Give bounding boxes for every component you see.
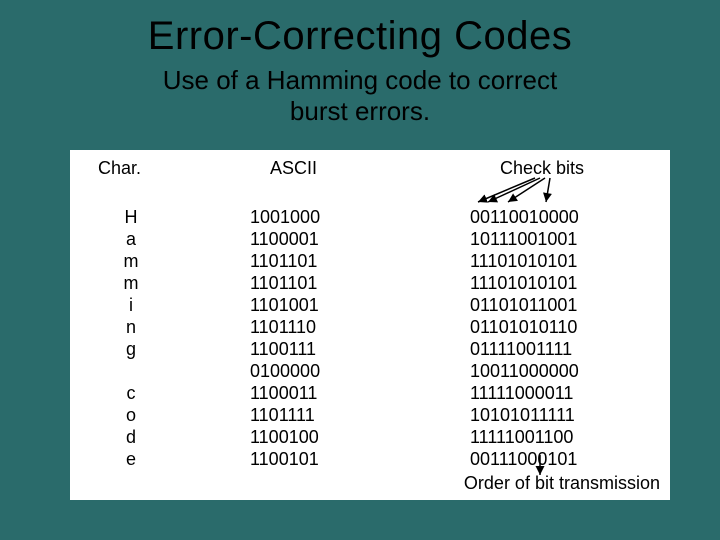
slide-subtitle: Use of a Hamming code to correct burst e… — [0, 65, 720, 127]
figure-panel: Char. ASCII Check bits H a m m i n g c o… — [70, 150, 670, 500]
column-header-ascii: ASCII — [270, 158, 317, 179]
column-header-char: Char. — [98, 158, 141, 179]
slide: Error-Correcting Codes Use of a Hamming … — [0, 0, 720, 540]
arrow-check-1-icon — [478, 178, 535, 202]
arrow-check-4-icon — [546, 178, 550, 202]
slide-title: Error-Correcting Codes — [0, 0, 720, 59]
column-char: H a m m i n g c o d e — [116, 206, 146, 470]
subtitle-line-1: Use of a Hamming code to correct — [163, 65, 558, 95]
arrow-check-3-icon — [508, 178, 545, 202]
caption-order: Order of bit transmission — [464, 473, 660, 494]
arrows-svg — [70, 150, 670, 500]
column-check: 00110010000 10111001001 11101010101 1110… — [470, 206, 579, 470]
column-header-check: Check bits — [500, 158, 584, 179]
arrow-check-2-icon — [488, 178, 540, 202]
subtitle-line-2: burst errors. — [290, 96, 430, 126]
column-ascii: 1001000 1100001 1101101 1101101 1101001 … — [250, 206, 320, 470]
